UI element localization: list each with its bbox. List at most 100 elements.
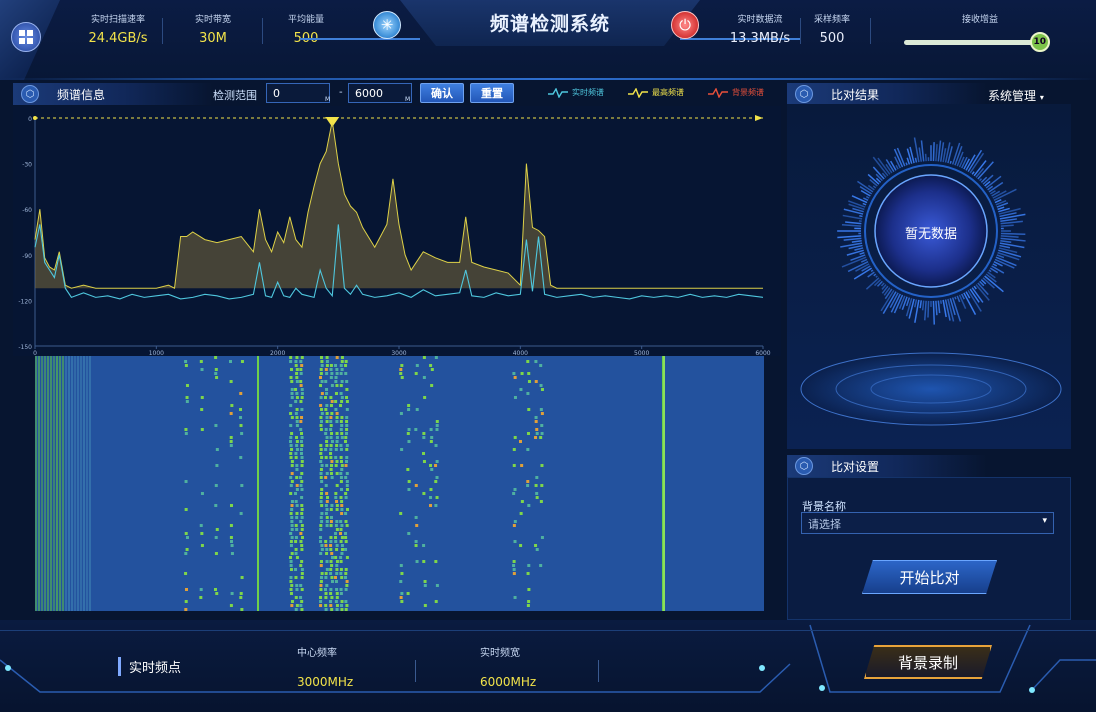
waterfall-cell <box>290 472 294 475</box>
waterfall-cell <box>344 372 348 375</box>
waterfall-cell <box>429 464 433 467</box>
waterfall-cell <box>344 568 348 571</box>
waterfall-cell <box>520 464 524 467</box>
waterfall-cell <box>325 472 329 475</box>
y-tick-label: -150 <box>18 344 32 351</box>
range-min-input[interactable] <box>266 83 330 103</box>
waterfall-cell <box>399 580 403 583</box>
waterfall-cell <box>319 536 323 539</box>
visualizer-ray <box>963 292 977 316</box>
waterfall-cell <box>535 476 539 479</box>
waterfall-cell <box>290 508 294 511</box>
waterfall-cell <box>300 548 304 551</box>
waterfall-cell <box>344 496 348 499</box>
waterfall-cell <box>300 464 304 467</box>
y-tick-label: 0 <box>28 116 32 123</box>
waterfall-cell <box>340 512 344 515</box>
waterfall-cell <box>295 528 299 531</box>
waterfall-cell <box>295 372 299 375</box>
waterfall-cell <box>513 540 517 543</box>
waterfall-cell <box>290 520 294 523</box>
legend-max[interactable]: 最高频谱 <box>628 87 684 98</box>
spectrum-chart[interactable]: 0 -30 -60 -90 -120 -150 0 1000 2000 3000 4000 5000 6… <box>13 106 781 357</box>
visualizer-ray <box>997 206 1005 211</box>
waterfall-column <box>65 356 67 611</box>
waterfall-heatmap[interactable] <box>35 356 764 611</box>
waterfall-cell <box>325 404 329 407</box>
visualizer-ray <box>1000 220 1023 225</box>
background-name-select[interactable]: 请选择 ▾ <box>801 512 1054 534</box>
snowflake-icon[interactable]: ✳ <box>373 11 401 39</box>
visualizer-ray <box>949 160 952 164</box>
start-compare-button[interactable]: 开始比对 <box>862 560 997 594</box>
visualizer-ray <box>924 153 927 162</box>
waterfall-cell <box>290 396 294 399</box>
legend-background[interactable]: 背景频谱 <box>708 87 764 98</box>
waterfall-cell <box>399 368 403 371</box>
waterfall-cell <box>422 376 426 379</box>
waterfall-cell <box>400 600 404 603</box>
waterfall-cell <box>340 504 344 507</box>
grid-menu-icon[interactable] <box>11 22 41 52</box>
waterfall-column <box>86 356 88 611</box>
legend-realtime[interactable]: 实时频谱 <box>548 87 604 98</box>
waterfall-cell <box>300 508 304 511</box>
waterfall-cell <box>334 448 338 451</box>
gain-slider[interactable]: 10 <box>904 32 1050 52</box>
waterfall-cell <box>325 440 329 443</box>
spectrum-panel-title: 频谱信息 <box>57 88 106 102</box>
system-menu[interactable]: 系统管理 ▾ <box>988 87 1044 104</box>
waterfall-cell <box>290 528 294 531</box>
waterfall-cell <box>527 504 531 507</box>
waterfall-cell <box>324 396 328 399</box>
waterfall-cell <box>335 604 339 607</box>
visualizer-ray <box>999 244 1011 249</box>
waterfall-cell <box>299 360 303 363</box>
stat-scan-rate-label: 实时扫描速率 <box>90 15 145 25</box>
waterfall-cell <box>320 364 324 367</box>
reset-button[interactable]: 重置 <box>470 83 514 103</box>
visualizer-ray <box>1000 239 1012 244</box>
waterfall-cell <box>319 396 323 399</box>
confirm-button[interactable]: 确认 <box>420 83 464 103</box>
waterfall-cell <box>319 444 323 447</box>
waterfall-cell <box>289 376 293 379</box>
waterfall-cell <box>339 460 343 463</box>
waterfall-cell <box>512 560 516 563</box>
waterfall-cell <box>300 560 304 563</box>
waterfall-cell <box>435 476 439 479</box>
waterfall-cell <box>540 432 544 435</box>
waterfall-cell <box>329 544 333 547</box>
waterfall-cell <box>325 500 329 503</box>
gain-slider-knob[interactable]: 10 <box>1029 32 1050 52</box>
waterfall-cell <box>407 488 411 491</box>
waterfall-cell <box>289 440 293 443</box>
waterfall-cell <box>299 428 303 431</box>
waterfall-cell <box>334 392 338 395</box>
waterfall-cell <box>330 440 334 443</box>
waterfall-cell <box>329 540 333 543</box>
waterfall-cell <box>414 544 418 547</box>
record-background-button[interactable]: 背景录制 <box>864 645 992 679</box>
waterfall-cell <box>229 504 233 507</box>
waterfall-cell <box>229 540 233 543</box>
waterfall-cell <box>324 408 328 411</box>
waterfall-cell <box>184 552 188 555</box>
waterfall-cell <box>339 568 343 571</box>
visualizer-ray <box>996 254 1005 259</box>
waterfall-cell <box>339 480 343 483</box>
waterfall-cell <box>325 568 329 571</box>
power-icon[interactable]: ⏻ <box>671 11 699 39</box>
waterfall-cell <box>295 392 299 395</box>
waterfall-cell <box>325 508 329 511</box>
waterfall-cell <box>534 484 538 487</box>
waterfall-cell <box>512 524 516 527</box>
range-max-input[interactable] <box>348 83 412 103</box>
waterfall-cell <box>512 448 516 451</box>
waterfall-cell <box>325 516 329 519</box>
realtime-bandwidth: 实时频宽 6000MHz <box>480 644 536 689</box>
waterfall-cell <box>512 572 516 575</box>
waterfall-cell <box>324 432 328 435</box>
waterfall-cell <box>329 456 333 459</box>
visualizer-ray <box>837 235 862 239</box>
